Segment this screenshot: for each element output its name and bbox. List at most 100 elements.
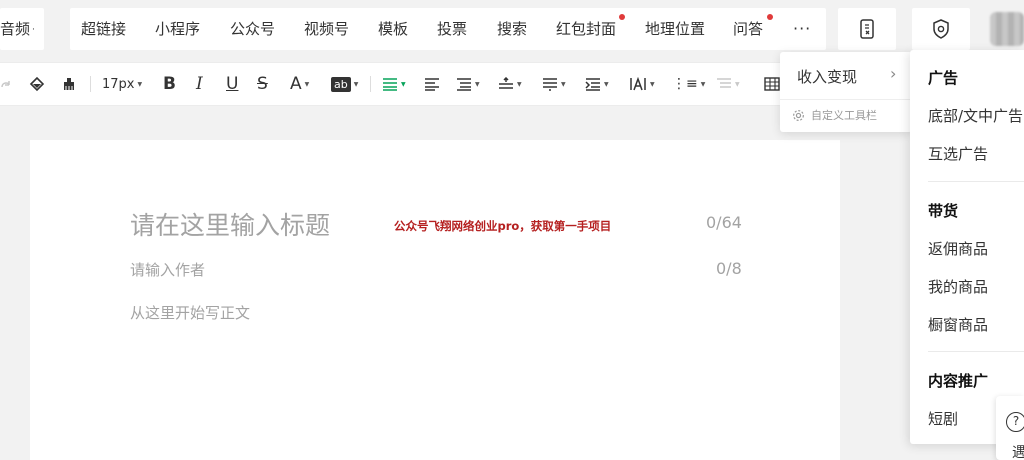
strikethrough-button[interactable]: S — [257, 62, 268, 106]
font-color-button[interactable]: A ▼ — [290, 62, 309, 106]
letter-spacing-button[interactable]: ▼ — [629, 62, 655, 106]
insert-qa[interactable]: 问答 — [733, 8, 763, 50]
red-packet-new-badge — [619, 14, 625, 20]
insert-audio[interactable]: 音频 · — [0, 8, 35, 50]
gear-icon — [793, 109, 804, 121]
underline-button[interactable]: U — [226, 62, 238, 106]
watermark-text: 公众号飞翔网络创业pro，获取第一手项目 — [394, 219, 612, 233]
bold-icon: B — [163, 74, 176, 94]
insert-search[interactable]: 搜索 — [497, 8, 527, 50]
insert-red-packet-cover[interactable]: 红包封面 — [556, 8, 616, 50]
font-color-icon: A — [290, 74, 302, 94]
insert-channels-video-label: 视频号 — [304, 20, 350, 38]
submenu-item-my-products[interactable]: 我的商品 — [928, 276, 988, 297]
insert-template[interactable]: 模板 — [378, 8, 408, 50]
insert-official-account[interactable]: 公众号 — [230, 8, 275, 50]
clear-format-icon — [64, 78, 74, 90]
customize-toolbar-label: 自定义工具栏 — [811, 109, 877, 122]
insert-qa-label: 问答 — [733, 20, 764, 38]
submenu-item-showcase-products[interactable]: 橱窗商品 — [928, 314, 988, 335]
font-size-value: 17px — [102, 76, 135, 92]
text-indent-button[interactable]: ▼ — [585, 62, 609, 106]
author-input[interactable]: 请输入作者 — [130, 259, 205, 280]
align-justify-icon — [425, 78, 439, 91]
paragraph-spacing-icon — [543, 78, 557, 91]
caret-down-icon: ▼ — [304, 80, 310, 88]
align-left-icon — [383, 78, 397, 91]
avatar[interactable] — [990, 12, 1024, 46]
more-icon: ··· — [793, 19, 812, 38]
menu-divider — [780, 99, 910, 100]
insert-location[interactable]: 地理位置 — [645, 8, 705, 50]
caret-down-icon: ▼ — [650, 80, 655, 88]
menu-item-monetize[interactable]: 收入变现 — [797, 66, 857, 87]
insert-red-packet-cover-label: 红包封面 — [556, 20, 617, 38]
caret-down-icon: ▼ — [401, 80, 406, 88]
submenu-item-commission-products[interactable]: 返佣商品 — [928, 238, 988, 259]
insert-vote[interactable]: 投票 — [437, 8, 467, 50]
italic-button[interactable]: I — [196, 62, 203, 106]
insert-hyperlink-label: 超链接 — [81, 20, 127, 38]
insert-template-label: 模板 — [378, 20, 409, 38]
insert-audio-label: 音频 — [0, 20, 31, 38]
clear-format-button[interactable] — [60, 62, 78, 106]
qa-new-badge — [767, 14, 773, 20]
line-spacing-button[interactable]: ▼ — [498, 62, 522, 106]
title-char-count: 0/64 — [706, 213, 742, 232]
submenu-divider — [928, 181, 1024, 182]
toolbar-divider — [370, 76, 371, 92]
table-button[interactable] — [764, 62, 780, 106]
submenu-item-mutual-ads[interactable]: 互选广告 — [928, 143, 988, 164]
caret-down-icon: ▼ — [735, 80, 740, 88]
align-left-button[interactable]: ▼ — [382, 62, 406, 106]
caret-down-icon: ▼ — [700, 80, 706, 88]
preview-button[interactable] — [838, 8, 896, 50]
align-justify-button[interactable] — [424, 62, 440, 106]
caret-down-icon: ▼ — [604, 80, 609, 88]
format-painter-button[interactable] — [28, 62, 46, 106]
insert-vote-label: 投票 — [437, 20, 468, 38]
insert-official-account-label: 公众号 — [230, 20, 276, 38]
line-spacing-icon — [499, 77, 513, 89]
insert-search-label: 搜索 — [497, 20, 528, 38]
insert-mini-program[interactable]: 小程序 — [155, 8, 200, 50]
submenu-header-commerce: 带货 — [928, 202, 959, 220]
quote-button[interactable]: ▼ — [716, 62, 740, 106]
background-color-button[interactable]: ab ▼ — [331, 62, 358, 106]
more-button[interactable]: ··· — [793, 8, 811, 50]
insert-hyperlink[interactable]: 超链接 — [81, 8, 126, 50]
submenu-divider — [928, 351, 1024, 352]
indent-icon — [457, 78, 471, 91]
caret-down-icon: ▼ — [137, 80, 143, 88]
background-color-icon: ab — [331, 76, 351, 92]
redo-button[interactable] — [0, 62, 12, 106]
bullet-list-button[interactable]: ⋮≡ ▼ — [672, 62, 705, 106]
bold-button[interactable]: B — [163, 62, 176, 106]
toolbar-divider — [90, 76, 91, 92]
indent-button[interactable]: ▼ — [456, 62, 480, 106]
font-size-select[interactable]: 17px ▼ — [102, 62, 142, 106]
mobile-preview-icon — [860, 19, 874, 39]
submenu-header-content-promo: 内容推广 — [928, 372, 989, 390]
submenu-item-bottom-ads[interactable]: 底部/文中广告 — [928, 105, 1023, 126]
body-editor[interactable]: 从这里开始写正文 — [130, 302, 250, 323]
text-indent-icon — [585, 78, 600, 91]
strikethrough-icon: S — [257, 74, 268, 94]
insert-location-label: 地理位置 — [645, 20, 706, 38]
help-icon-glyph: ? — [1012, 414, 1020, 428]
underline-icon: U — [226, 74, 239, 94]
chevron-right-icon: › — [890, 64, 897, 83]
insert-mini-program-label: 小程序 — [155, 20, 201, 38]
insert-channels-video[interactable]: 视频号 — [304, 8, 349, 50]
submenu-item-short-drama[interactable]: 短剧 — [928, 408, 958, 429]
author-char-count: 0/8 — [716, 259, 742, 278]
quote-icon — [717, 78, 731, 88]
security-check-button[interactable] — [912, 8, 970, 50]
bullet-list-icon: ⋮≡ — [672, 76, 698, 92]
customize-toolbar-button[interactable]: 自定义工具栏 — [792, 106, 877, 124]
paragraph-spacing-button[interactable]: ▼ — [542, 62, 566, 106]
insert-audio-dropdown-dot: · — [32, 25, 35, 35]
help-label: 遇 — [1012, 445, 1024, 460]
caret-down-icon: ▼ — [517, 80, 522, 88]
title-input[interactable]: 请在这里输入标题 — [130, 206, 330, 242]
